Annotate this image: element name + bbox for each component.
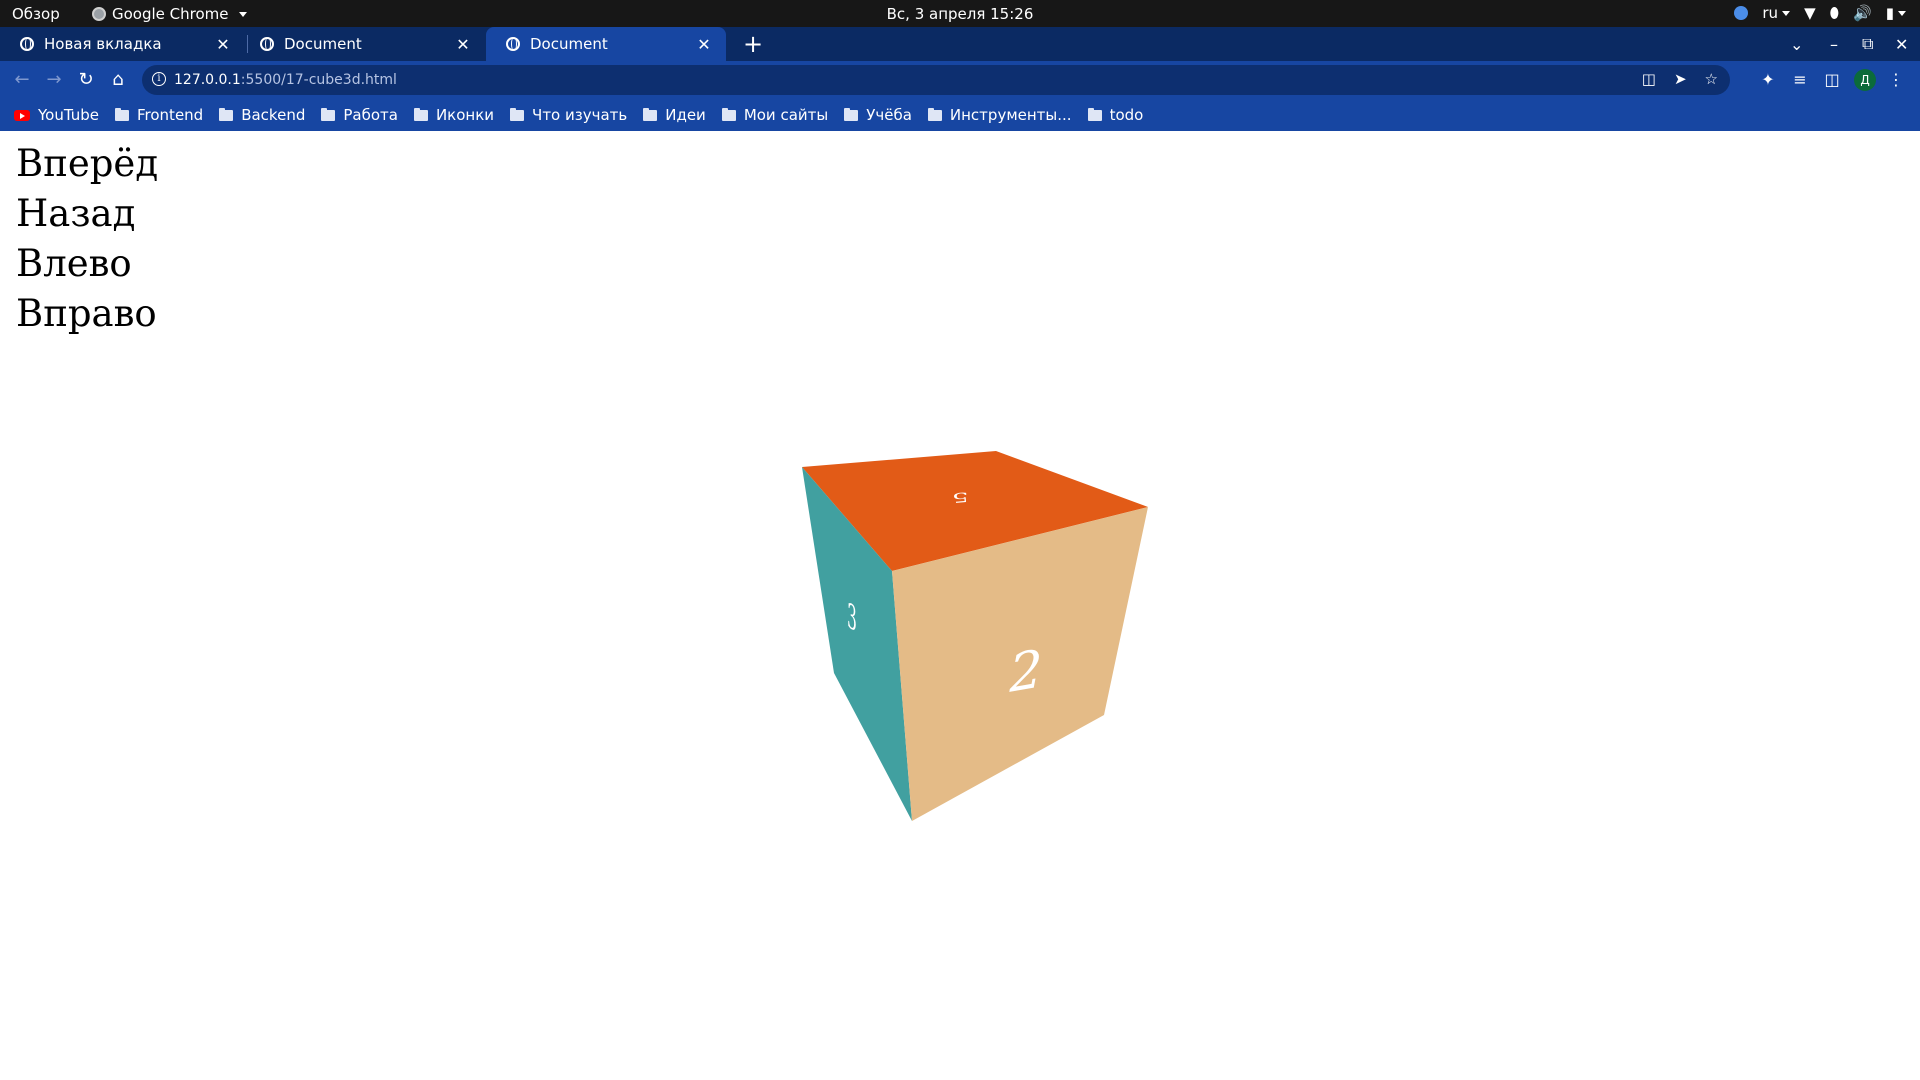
bookmark-folder[interactable]: Работа	[321, 106, 398, 124]
close-icon[interactable]: ✕	[453, 35, 473, 54]
bookmark-folder[interactable]: Backend	[219, 106, 305, 124]
3d-cube: 5 2 3	[802, 451, 1148, 821]
cube-controls: Вперёд Назад Влево Вправо	[16, 139, 158, 339]
omnibox-actions: ◫ ➤ ☆	[1642, 70, 1718, 88]
youtube-icon	[14, 109, 30, 121]
app-name: Google Chrome	[112, 5, 229, 23]
dropdown-arrow-icon	[238, 11, 247, 17]
clock[interactable]: Вс, 3 апреля 15:26	[887, 5, 1034, 23]
menu-kebab-icon[interactable]: ⋮	[1882, 66, 1910, 94]
bookmark-folder[interactable]: Мои сайты	[721, 106, 828, 124]
right-control[interactable]: Вправо	[16, 289, 158, 339]
new-tab-button[interactable]: +	[738, 29, 768, 59]
back-control[interactable]: Назад	[16, 189, 158, 239]
forward-control[interactable]: Вперёд	[16, 139, 158, 189]
bookmark-star-icon[interactable]: ☆	[1705, 70, 1718, 88]
close-icon[interactable]: ✕	[694, 35, 714, 54]
left-control[interactable]: Влево	[16, 239, 158, 289]
volume-icon[interactable]: 🔊	[1853, 4, 1872, 22]
reload-icon[interactable]: ↻	[72, 66, 100, 94]
back-arrow-icon[interactable]: ←	[8, 66, 36, 94]
chrome-icon	[20, 37, 34, 51]
cube-face-top-label: 5	[951, 489, 969, 506]
window-close-icon[interactable]: ✕	[1895, 27, 1908, 61]
bookmark-folder[interactable]: Иконки	[413, 106, 494, 124]
folder-icon	[927, 107, 942, 121]
folder-icon	[510, 107, 525, 121]
cube-face-front-label: 2	[1008, 638, 1042, 705]
bookmark-folder[interactable]: todo	[1087, 106, 1143, 124]
folder-icon	[219, 107, 234, 121]
bookmark-folder[interactable]: Идеи	[643, 106, 706, 124]
battery-icon[interactable]: ▮	[1886, 4, 1906, 22]
bookmark-folder[interactable]: Инструменты...	[927, 106, 1072, 124]
bookmark-folder[interactable]: Учёба	[844, 106, 912, 124]
bookmarks-bar: YouTube Frontend Backend Работа Иконки Ч…	[0, 99, 1920, 131]
globe-icon	[506, 37, 520, 51]
site-info-icon[interactable]: i	[152, 72, 166, 86]
side-panel-icon[interactable]: ◫	[1818, 66, 1846, 94]
globe-icon	[260, 37, 274, 51]
address-bar[interactable]: i 127.0.0.1:5500/17-cube3d.html ◫ ➤ ☆	[142, 65, 1730, 95]
send-icon[interactable]: ➤	[1674, 70, 1687, 88]
minimize-icon[interactable]: –	[1830, 27, 1838, 61]
system-top-bar: Обзор Google Chrome Вс, 3 апреля 15:26 r…	[0, 0, 1920, 27]
folder-icon	[115, 107, 129, 121]
folder-icon	[321, 107, 336, 121]
browser-toolbar: ← → ↻ ⌂ i 127.0.0.1:5500/17-cube3d.html …	[0, 61, 1920, 99]
page-content: Вперёд Назад Влево Вправо 5 2 3	[0, 131, 1920, 1080]
tab-document[interactable]: Document ✕	[240, 27, 485, 61]
reading-list-icon[interactable]: ≡	[1786, 66, 1814, 94]
folder-icon	[1087, 107, 1102, 121]
chrome-indicator-icon[interactable]	[1734, 6, 1749, 20]
wifi-icon[interactable]: ▼	[1804, 4, 1816, 22]
bookmark-folder[interactable]: Frontend	[115, 106, 203, 124]
url-text[interactable]: 127.0.0.1:5500/17-cube3d.html	[174, 72, 397, 88]
home-icon[interactable]: ⌂	[104, 66, 132, 94]
system-tray[interactable]: ru ▼ ⬮ 🔊 ▮	[1734, 4, 1906, 22]
translate-icon[interactable]: ◫	[1642, 70, 1656, 88]
tab-title: Document	[284, 35, 362, 53]
activities-button[interactable]: Обзор	[12, 5, 60, 23]
folder-icon	[643, 107, 658, 121]
close-icon[interactable]: ✕	[213, 35, 233, 54]
tab-title: Новая вкладка	[44, 35, 162, 53]
tab-search-icon[interactable]: ⌄	[1790, 27, 1803, 61]
forward-arrow-icon[interactable]: →	[40, 66, 68, 94]
restore-icon[interactable]: ⧉	[1862, 27, 1873, 61]
tab-new-tab[interactable]: Новая вкладка ✕	[0, 27, 245, 61]
folder-icon	[413, 107, 428, 121]
bookmark-folder[interactable]: Что изучать	[510, 106, 627, 124]
bluetooth-icon[interactable]: ⬮	[1830, 4, 1839, 22]
tab-strip: Новая вкладка ✕ Document ✕ Document ✕ + …	[0, 27, 1920, 61]
tab-title: Document	[530, 35, 608, 53]
chrome-icon	[92, 7, 106, 21]
profile-avatar[interactable]: Д	[1854, 69, 1876, 91]
app-menu[interactable]: Google Chrome	[92, 5, 247, 23]
bookmark-youtube[interactable]: YouTube	[14, 106, 99, 124]
folder-icon	[721, 107, 736, 121]
extensions-icon[interactable]: ✦	[1754, 66, 1782, 94]
language-indicator[interactable]: ru	[1762, 4, 1791, 22]
tab-document-active[interactable]: Document ✕	[486, 27, 726, 61]
cube-face-left-label: 3	[847, 596, 857, 641]
folder-icon	[844, 107, 859, 121]
